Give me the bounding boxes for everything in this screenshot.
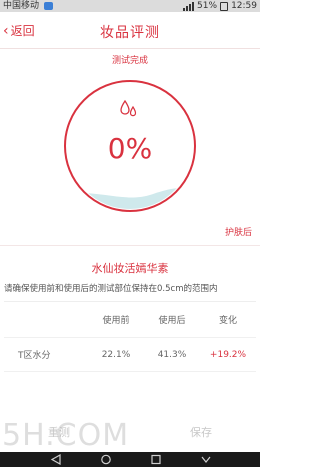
save-button[interactable]: 保存 xyxy=(190,424,212,440)
home-icon[interactable] xyxy=(100,454,112,465)
clock: 12:59 xyxy=(231,1,257,11)
table-header: 变化 xyxy=(218,316,237,326)
back-triangle-icon[interactable] xyxy=(50,454,62,465)
title-bar: ‹ 返回 妆品评测 xyxy=(0,12,260,49)
water-drop-icon xyxy=(120,99,137,117)
row-label: T区水分 xyxy=(18,351,51,361)
battery-icon xyxy=(220,1,229,11)
change-value: +19.2% xyxy=(209,349,247,360)
table-header: 使用后 xyxy=(158,316,186,326)
status-bar: 中国移动 51% 12:59 xyxy=(0,0,260,12)
before-value: 22.1% xyxy=(101,349,131,360)
test-note: 请确保使用前和使用后的测试部位保持在0.5cm的范围内 xyxy=(4,284,218,294)
test-status: 测试完成 xyxy=(111,56,148,66)
page-title: 妆品评测 xyxy=(100,25,160,41)
table-header-row: 使用前 使用后 变化 xyxy=(4,302,256,338)
battery-percent: 51% xyxy=(197,1,218,11)
status-right: 51% 12:59 xyxy=(183,0,257,12)
product-name: 水仙妆活嫣华素 xyxy=(91,262,169,275)
results-table: 使用前 使用后 变化 T区水分 22.1% 41.3% +19.2% xyxy=(4,301,256,372)
carrier-name: 中国移动 xyxy=(3,1,40,11)
notification-icon xyxy=(44,2,53,10)
after-value: 41.3% xyxy=(157,349,187,360)
recents-icon[interactable] xyxy=(150,454,162,465)
signal-icon xyxy=(183,1,195,11)
watermark: 5H.COM xyxy=(2,418,130,453)
moisture-percent: 0% xyxy=(107,132,153,165)
section-divider xyxy=(0,245,260,246)
system-nav-bar xyxy=(0,452,260,467)
table-header: 使用前 xyxy=(102,316,130,326)
table-row: T区水分 22.1% 41.3% +19.2% xyxy=(4,338,256,372)
skin-state-label: 护肤后 xyxy=(224,228,252,238)
menu-down-icon[interactable] xyxy=(200,454,212,465)
